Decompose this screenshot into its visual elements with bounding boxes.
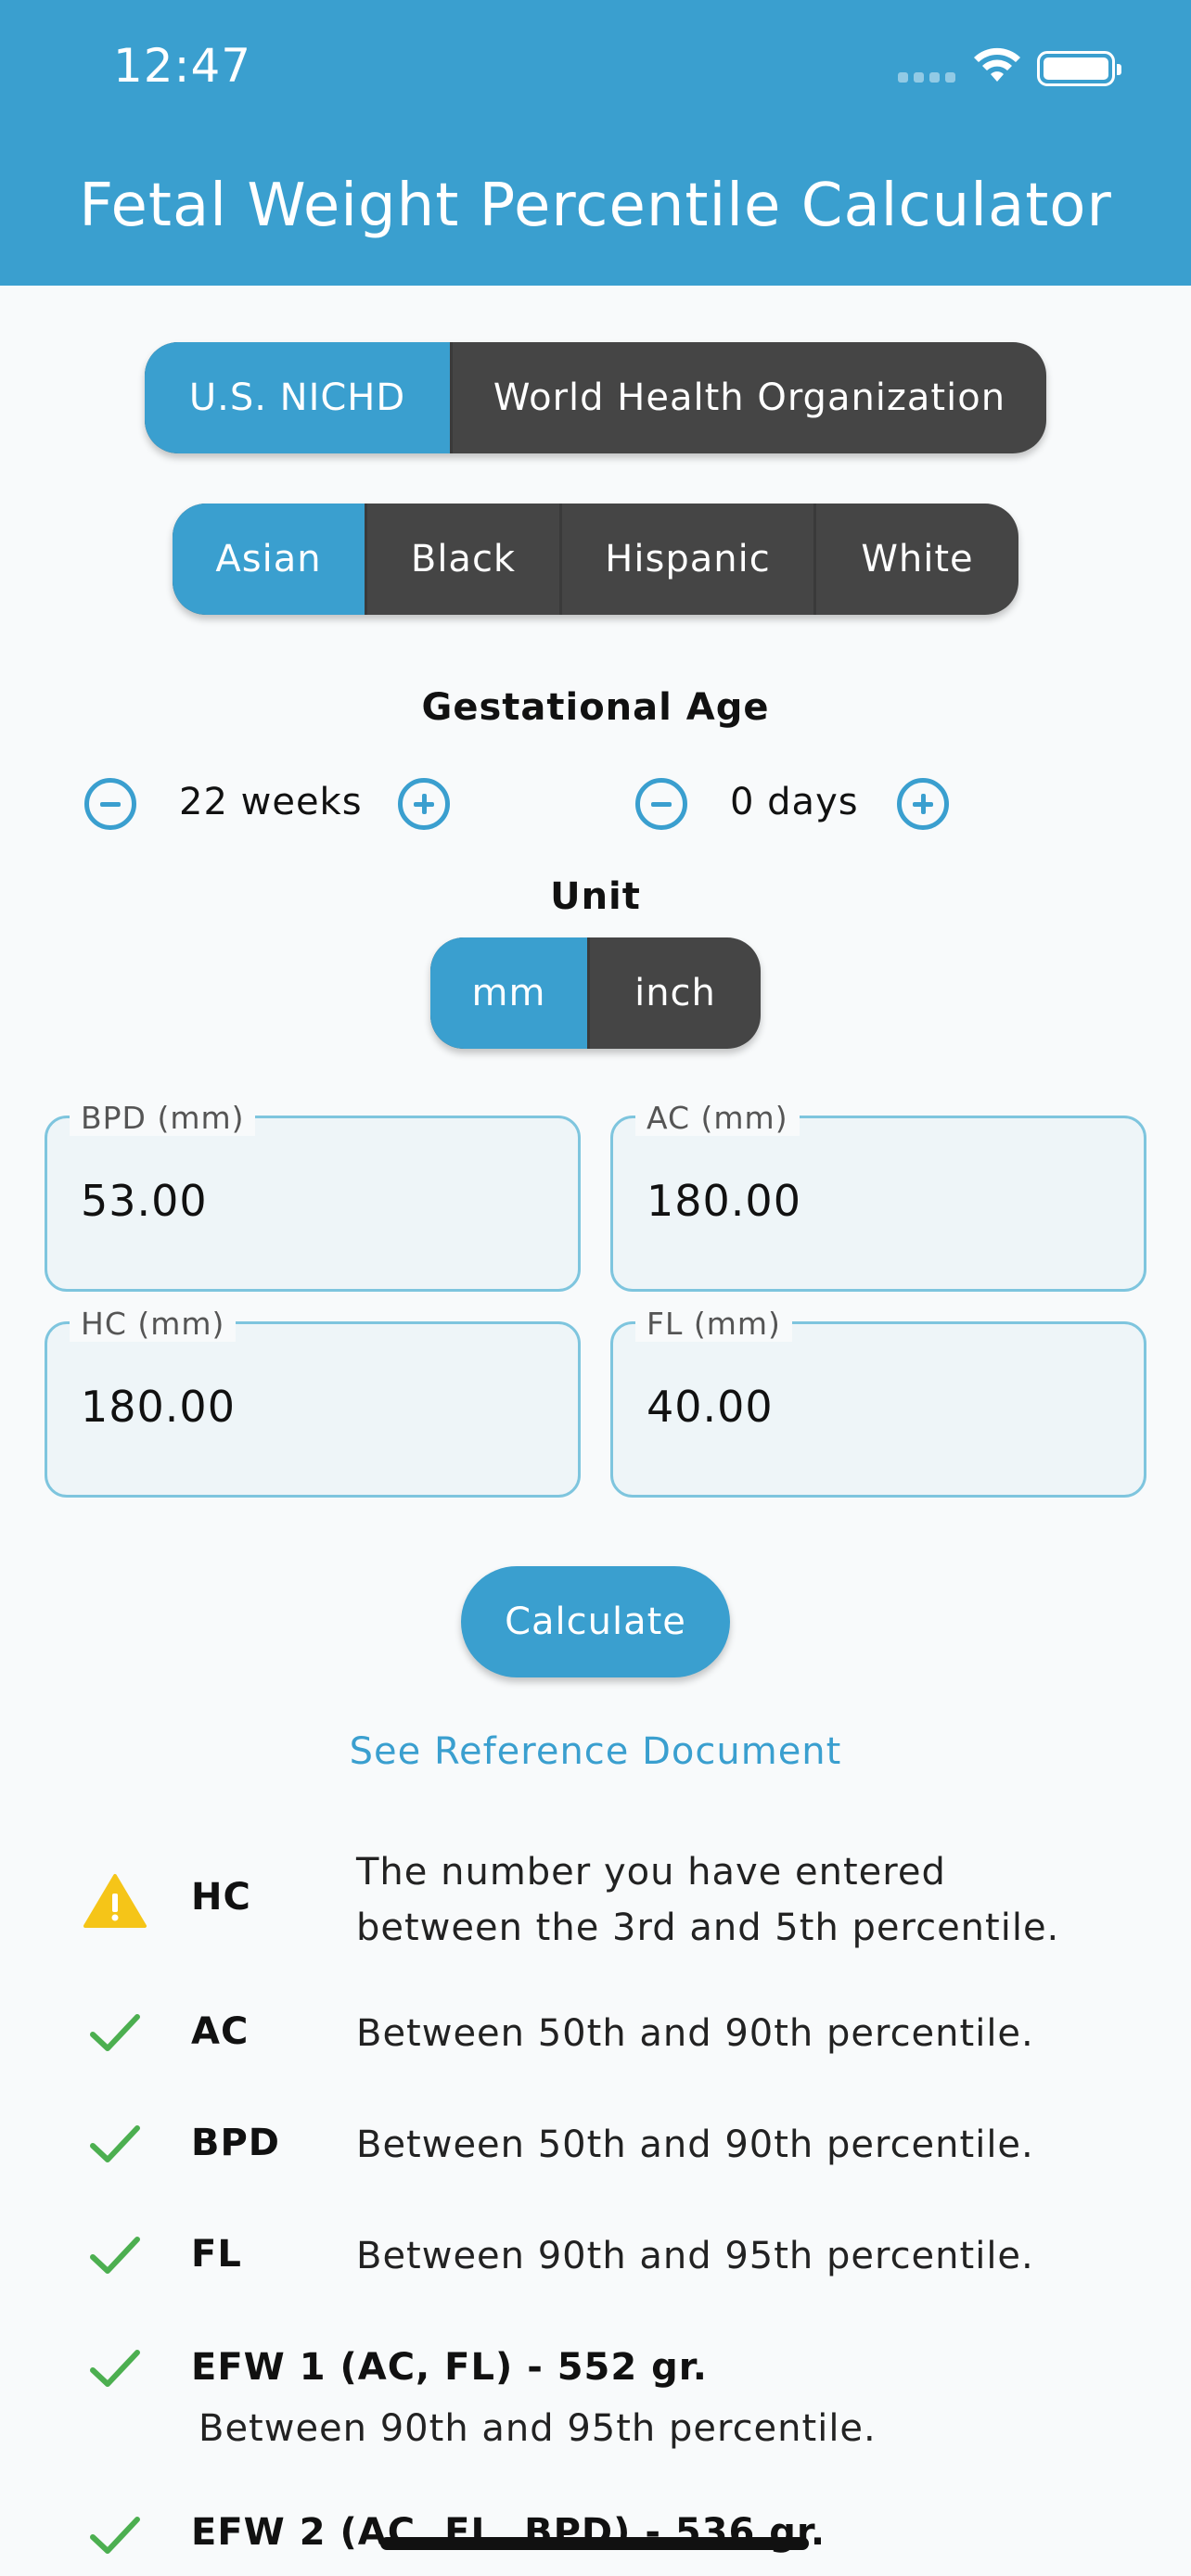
bpd-field-label: BPD (mm) [70,1100,256,1136]
fl-field-label: FL (mm) [635,1306,792,1342]
calculate-button[interactable]: Calculate [461,1566,730,1677]
weeks-increment-button[interactable] [398,778,450,830]
fl-field: FL (mm) [610,1306,1146,1498]
status-time: 12:47 [113,39,252,93]
hc-field-label: HC (mm) [70,1306,237,1342]
unit-option-inch[interactable]: inch [590,937,761,1049]
days-decrement-button[interactable] [635,778,687,830]
result-label-bpd: BPD [191,2122,281,2164]
bpd-input[interactable] [81,1176,544,1226]
fl-input[interactable] [647,1382,1110,1432]
ethnicity-option-white[interactable]: White [816,504,1018,615]
days-increment-button[interactable] [897,778,949,830]
app-header: 12:47 Fetal Weight Percentile Calculator [0,0,1191,286]
ethnicity-selector: Asian Black Hispanic White [173,504,1018,615]
cellular-signal-icon [898,72,955,83]
result-label-fl: FL [191,2233,242,2276]
warning-triangle-icon [83,1874,147,1928]
ethnicity-option-black[interactable]: Black [367,504,562,615]
days-value: 0 days [730,781,859,823]
result-text-hc-line1: The number you have entered [356,1851,946,1894]
hc-input[interactable] [81,1382,544,1432]
checkmark-icon [90,2517,140,2554]
ac-field: AC (mm) [610,1100,1146,1292]
unit-selector: mm inch [430,937,761,1049]
result-text-ac: Between 50th and 90th percentile. [356,2012,1034,2055]
bpd-field: BPD (mm) [45,1100,581,1292]
result-label-efw1: EFW 1 (AC, FL) - 552 gr. [191,2346,708,2389]
reference-document-link[interactable]: See Reference Document [0,1730,1191,1773]
hc-field: HC (mm) [45,1306,581,1498]
checkmark-icon [90,2014,140,2051]
unit-option-mm[interactable]: mm [430,937,590,1049]
result-label-ac: AC [191,2010,250,2053]
battery-icon [1037,51,1121,86]
gestational-age-label: Gestational Age [421,686,770,729]
result-text-bpd: Between 50th and 90th percentile. [356,2123,1034,2166]
result-text-hc-line2: between the 3rd and 5th percentile. [356,1906,1060,1949]
wifi-icon [974,47,1020,82]
ethnicity-option-hispanic[interactable]: Hispanic [562,504,816,615]
checkmark-icon [90,2237,140,2274]
standard-option-who[interactable]: World Health Organization [453,342,1046,453]
result-text-efw1: Between 90th and 95th percentile. [198,2407,877,2450]
result-text-fl: Between 90th and 95th percentile. [356,2235,1034,2277]
weeks-decrement-button[interactable] [84,778,136,830]
standard-option-nichd[interactable]: U.S. NICHD [145,342,453,453]
ethnicity-option-asian[interactable]: Asian [173,504,367,615]
standard-selector: U.S. NICHD World Health Organization [145,342,1046,453]
home-indicator[interactable] [380,2537,809,2550]
unit-label: Unit [550,875,641,918]
checkmark-icon [90,2125,140,2162]
ac-input[interactable] [647,1176,1110,1226]
weeks-value: 22 weeks [179,781,363,823]
ac-field-label: AC (mm) [635,1100,800,1136]
checkmark-icon [90,2350,140,2387]
page-title: Fetal Weight Percentile Calculator [79,172,1112,240]
result-label-hc: HC [191,1876,251,1919]
